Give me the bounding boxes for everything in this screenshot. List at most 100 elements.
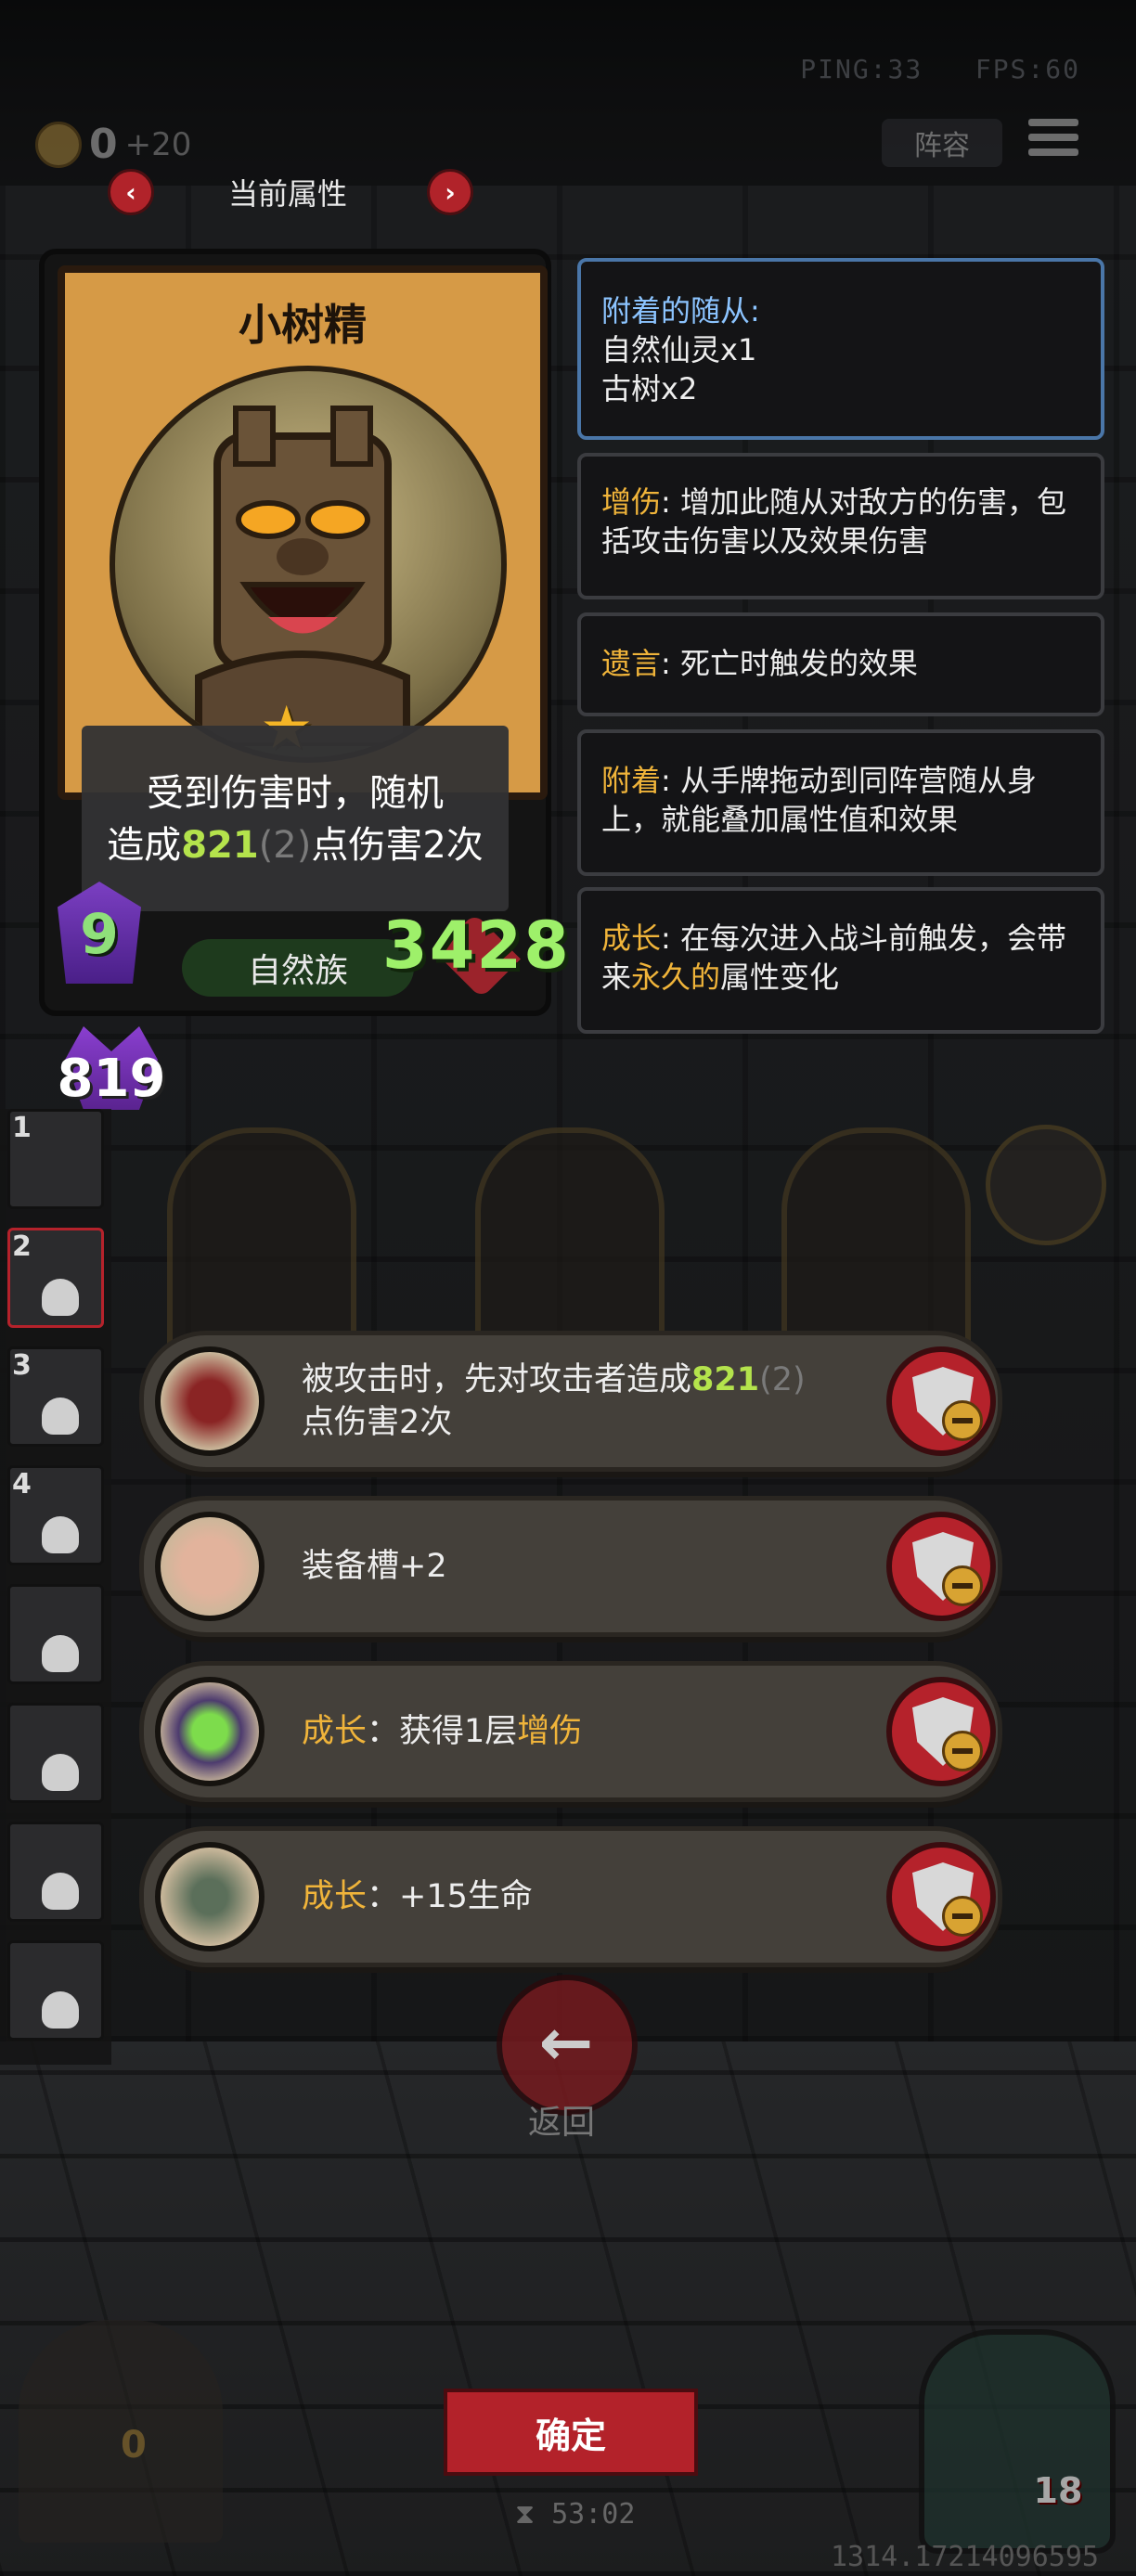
- hourglass-icon: ⧗: [515, 2498, 552, 2531]
- minion-side-list: 1 2 3 4: [0, 1109, 111, 2065]
- confirm-label: 确定: [535, 2415, 606, 2456]
- attached-minions-panel: 附着的随从: 自然仙灵x1 古树x2: [577, 258, 1104, 440]
- gold-amount: 0: [89, 121, 118, 168]
- row-text-part: 被攻击时，先对攻击者造成: [302, 1361, 692, 1398]
- remove-button[interactable]: [886, 1512, 996, 1621]
- timer-text: 53:02: [551, 2498, 636, 2531]
- arrow-left-icon: ←: [538, 2004, 594, 2080]
- side-slot[interactable]: [7, 1822, 104, 1922]
- skull-icon: [42, 1991, 79, 2029]
- skull-icon: [42, 1516, 79, 1553]
- panel-text: : 增加此随从对敌方的伤害，包括攻击伤害以及效果伤害: [601, 484, 1066, 559]
- row-text: 装备槽+2: [302, 1501, 821, 1632]
- row-text-part: ：获得1层: [367, 1713, 518, 1750]
- keyword-panel-damage-boost: 增伤: 增加此随从对敌方的伤害，包括攻击伤害以及效果伤害: [577, 453, 1104, 599]
- panel-text: : 从手牌拖动到同阵营随从身上，就能叠加属性值和效果: [601, 763, 1037, 837]
- tombstone-icon: [155, 1842, 265, 1951]
- side-slot[interactable]: [7, 1940, 104, 2041]
- row-text-part: 点伤害2次: [302, 1404, 453, 1441]
- slot-number: 2: [12, 1230, 32, 1263]
- attack-value: 9: [80, 902, 119, 967]
- panel-text: 属性变化: [720, 960, 840, 995]
- row-highlight: 增伤: [517, 1713, 583, 1750]
- lineup-label: 阵容: [914, 130, 970, 162]
- chevron-right-icon: ›: [445, 176, 456, 208]
- network-status: PING:33 FPS:60: [800, 54, 1080, 84]
- attached-effect-row: 成长：+15生命: [139, 1826, 1002, 1967]
- extra-stat-value: 819: [57, 1049, 166, 1109]
- remove-button[interactable]: [886, 1346, 996, 1456]
- minus-icon: [942, 1565, 983, 1606]
- skull-icon: [42, 1279, 79, 1316]
- panel-line: 古树x2: [601, 371, 698, 406]
- skull-icon: [42, 1873, 79, 1910]
- remove-button[interactable]: [886, 1842, 996, 1951]
- remove-button[interactable]: [886, 1677, 996, 1786]
- row-text-part: ：+15生命: [367, 1878, 533, 1915]
- keyword-panel-growth: 成长: 在每次进入战斗前触发，会带来永久的属性变化: [577, 887, 1104, 1034]
- keyword-panel-deathrattle: 遗言: 死亡时触发的效果: [577, 612, 1104, 716]
- pig-icon: [155, 1512, 265, 1621]
- attributes-title: 当前属性: [227, 176, 347, 212]
- side-slot[interactable]: 1: [7, 1109, 104, 1209]
- panel-keyword: 附着的随从:: [601, 293, 760, 328]
- coin-icon: [35, 121, 82, 168]
- panel-text: : 死亡时触发的效果: [661, 646, 918, 681]
- panel-keyword: 遗言: [601, 646, 662, 681]
- fps-text: FPS:60: [975, 54, 1080, 84]
- row-value: 821: [691, 1361, 760, 1398]
- row-text: 成长：获得1层增伤: [302, 1666, 821, 1797]
- green-crystal-icon: [155, 1677, 265, 1786]
- row-text: 被攻击时，先对攻击者造成821(2) 点伤害2次: [302, 1335, 821, 1467]
- side-slot[interactable]: [7, 1703, 104, 1803]
- description-text: 造成: [107, 824, 182, 867]
- side-slot[interactable]: 4: [7, 1465, 104, 1565]
- attached-effect-row: 被攻击时，先对攻击者造成821(2) 点伤害2次: [139, 1331, 1002, 1472]
- coordinate-readout: 1314.17214096595: [831, 2541, 1099, 2573]
- menu-icon[interactable]: [1028, 119, 1078, 165]
- skull-icon: [42, 1754, 79, 1791]
- timer: ⧗ 53:02: [515, 2498, 635, 2531]
- gold-income: +20: [124, 125, 192, 163]
- slot-number: 4: [12, 1468, 32, 1501]
- slot-number: 1: [12, 1112, 32, 1144]
- panel-highlight: 永久的: [631, 960, 721, 995]
- keyword-panel-attach: 附着: 从手牌拖动到同阵营随从身上，就能叠加属性值和效果: [577, 729, 1104, 876]
- gold-counter: 0 +20: [35, 121, 191, 168]
- attached-effect-row: 装备槽+2: [139, 1496, 1002, 1637]
- attached-effect-row: 成长：获得1层增伤: [139, 1661, 1002, 1802]
- side-slot[interactable]: 2: [7, 1228, 104, 1328]
- description-paren: (2): [258, 824, 312, 867]
- minion-name: 小树精: [239, 300, 367, 350]
- description-line-1: 受到伤害时，随机: [147, 772, 444, 815]
- ping-text: PING:33: [800, 54, 923, 84]
- treant-face-icon: [195, 406, 410, 750]
- next-attribute-button[interactable]: ›: [427, 169, 473, 215]
- side-slot[interactable]: [7, 1584, 104, 1684]
- prev-attribute-button[interactable]: ‹: [108, 169, 154, 215]
- minus-icon: [942, 1896, 983, 1937]
- health-value: 3428: [382, 908, 571, 984]
- description-damage-value: 821: [181, 824, 259, 867]
- row-text: 成长：+15生命: [302, 1831, 821, 1963]
- confirm-button[interactable]: 确定: [444, 2389, 698, 2476]
- panel-line: 自然仙灵x1: [601, 332, 757, 367]
- card-description: 受到伤害时，随机 造成821(2)点伤害2次: [82, 726, 509, 911]
- description-text: 点伤害2次: [311, 824, 484, 867]
- back-label: 返回: [527, 2104, 595, 2142]
- skull-icon: [42, 1635, 79, 1672]
- chevron-left-icon: ‹: [125, 176, 136, 208]
- row-keyword: 成长: [302, 1713, 368, 1750]
- minus-icon: [942, 1731, 983, 1771]
- panel-keyword: 成长: [601, 921, 662, 956]
- panel-keyword: 附着: [601, 763, 662, 798]
- skull-icon: [42, 1397, 79, 1435]
- description-line-2: 造成821(2)点伤害2次: [82, 815, 509, 869]
- slot-number: 3: [12, 1349, 32, 1382]
- lineup-button[interactable]: 阵容: [882, 119, 1002, 167]
- side-slot[interactable]: 3: [7, 1346, 104, 1447]
- tribe-badge: 自然族: [182, 939, 414, 997]
- minus-icon: [942, 1400, 983, 1441]
- panel-keyword: 增伤: [601, 484, 662, 520]
- row-keyword: 成长: [302, 1878, 368, 1915]
